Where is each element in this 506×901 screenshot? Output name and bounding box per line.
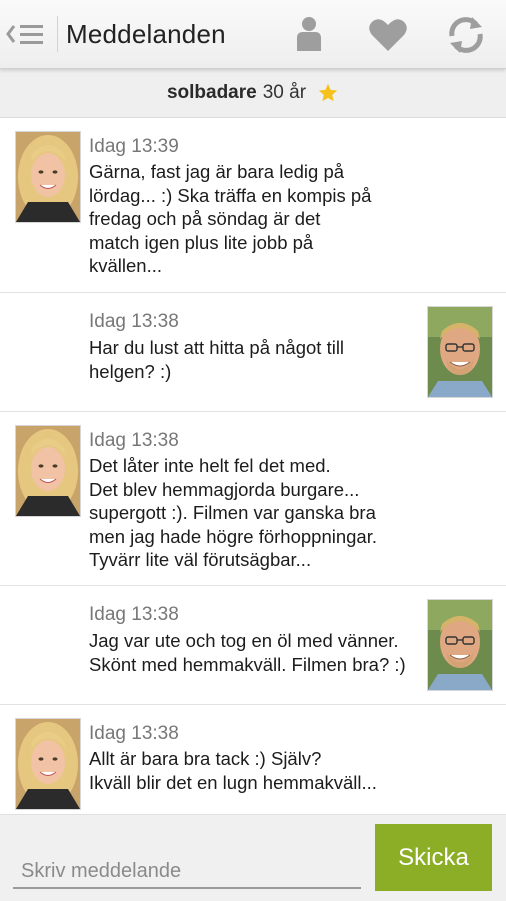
- message-timestamp: Idag 13:38: [89, 604, 179, 625]
- message-timestamp: Idag 13:39: [89, 136, 179, 157]
- message-text: Gärna, fast jag är bara ledig på lördag.…: [89, 161, 372, 276]
- message-timestamp: Idag 13:38: [89, 723, 179, 744]
- action-bar: Meddelanden: [0, 0, 506, 69]
- page-title: Meddelanden: [66, 19, 226, 49]
- message-timestamp: Idag 13:38: [89, 311, 179, 332]
- profile-header[interactable]: solbadare 30 år: [0, 69, 506, 118]
- message-item[interactable]: Idag 13:39 Gärna, fast jag är bara ledig…: [0, 118, 506, 293]
- actionbar-divider: [57, 16, 58, 52]
- profile-name: solbadare: [166, 82, 257, 103]
- message-text: Har du lust att hitta på något till helg…: [89, 337, 345, 382]
- avatar[interactable]: [15, 425, 81, 517]
- send-button[interactable]: Skicka: [375, 824, 492, 891]
- avatar[interactable]: [15, 131, 81, 223]
- compose-bar: Skicka: [0, 814, 506, 901]
- heart-icon[interactable]: [367, 14, 409, 56]
- message-text: Allt är bara bra tack :) Själv? Ikväll b…: [89, 748, 377, 793]
- message-item[interactable]: Idag 13:38 Det låter inte helt fel det m…: [0, 412, 506, 586]
- avatar[interactable]: [15, 718, 81, 810]
- message-input[interactable]: [13, 855, 361, 889]
- avatar[interactable]: [427, 306, 493, 398]
- message-item[interactable]: Idag 13:38 Jag var ute och tog en öl med…: [0, 586, 506, 705]
- profile-age: 30 år: [262, 82, 307, 103]
- message-timestamp: Idag 13:38: [89, 430, 179, 451]
- refresh-icon[interactable]: [445, 14, 487, 56]
- profile-icon[interactable]: [288, 14, 330, 56]
- back-list-icon[interactable]: [4, 14, 48, 54]
- message-text: Jag var ute och tog en öl med vänner. Sk…: [89, 630, 406, 675]
- avatar[interactable]: [427, 599, 493, 691]
- message-list[interactable]: Idag 13:39 Gärna, fast jag är bara ledig…: [0, 118, 506, 814]
- message-text: Det låter inte helt fel det med. Det ble…: [89, 455, 377, 570]
- message-item[interactable]: Idag 13:38 Allt är bara bra tack :) Själ…: [0, 705, 506, 814]
- message-item[interactable]: Idag 13:38 Har du lust att hitta på någo…: [0, 293, 506, 412]
- star-icon[interactable]: [317, 82, 339, 104]
